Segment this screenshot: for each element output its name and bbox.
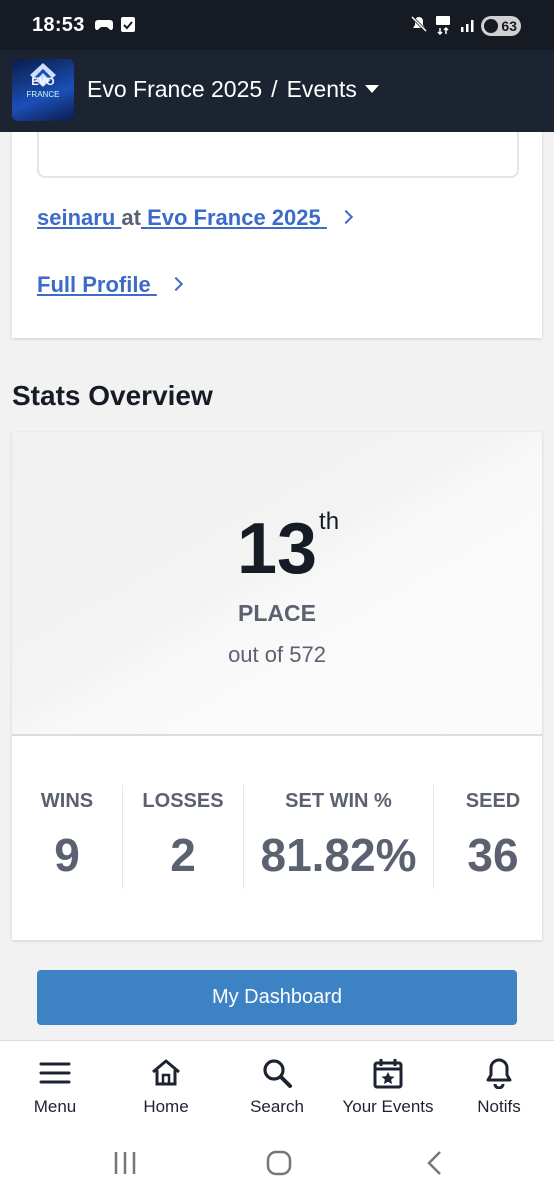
status-bar: 18:53 63 <box>0 0 554 50</box>
nav-home[interactable]: Home <box>111 1041 221 1131</box>
stat-losses: LOSSES 2 <box>123 734 243 940</box>
search-icon <box>263 1059 292 1088</box>
caret-down-icon[interactable] <box>364 85 379 93</box>
nav-label: Menu <box>33 1097 77 1116</box>
signal-icon <box>461 20 474 32</box>
stat-value: 81.82% <box>260 829 417 881</box>
event-logo[interactable]: EVO FRANCE <box>12 59 74 121</box>
nav-search[interactable]: Search <box>222 1041 332 1131</box>
breadcrumb-event[interactable]: Evo France 2025 <box>87 76 262 102</box>
home-button-icon[interactable] <box>266 1150 292 1176</box>
breadcrumb-separator: / <box>271 76 278 102</box>
stat-value: 36 <box>467 829 519 881</box>
bottom-nav: Menu Home Search Your Events Notifs <box>0 1040 554 1131</box>
stat-label: WINS <box>40 790 94 812</box>
network-5g-icon <box>436 16 450 35</box>
stat-label: LOSSES <box>142 790 224 812</box>
stat-seed: SEED 36 <box>434 734 552 940</box>
stats-overview-heading: Stats Overview <box>12 380 213 411</box>
stat-value: 9 <box>54 829 80 881</box>
recent-apps-icon[interactable] <box>112 1150 138 1176</box>
nav-label: Your Events <box>342 1097 434 1116</box>
full-profile-link[interactable]: Full Profile <box>37 272 183 298</box>
placement-suffix: th <box>319 508 340 535</box>
menu-icon <box>39 1062 71 1084</box>
full-profile-label[interactable]: Full Profile <box>37 272 151 297</box>
stat-set-win-percent: SET WIN % 81.82% <box>244 734 433 940</box>
nav-menu[interactable]: Menu <box>0 1041 110 1131</box>
nav-your-events[interactable]: Your Events <box>333 1041 443 1131</box>
chevron-right-icon <box>338 209 353 225</box>
calendar-star-icon <box>373 1059 403 1089</box>
app-bar: EVO FRANCE Evo France 2025 / Events <box>0 50 554 132</box>
stat-label: SEED <box>465 790 521 812</box>
breadcrumb: Evo France 2025 / Events <box>87 76 379 103</box>
my-dashboard-button[interactable]: My Dashboard <box>37 970 517 1025</box>
stat-value: 2 <box>170 829 196 881</box>
nav-label: Search <box>250 1097 304 1116</box>
home-icon <box>152 1059 180 1086</box>
profile-info-box <box>37 132 519 178</box>
nav-label: Notifs <box>477 1097 521 1116</box>
logo-subtext: FRANCE <box>26 90 60 99</box>
system-nav-bar <box>0 1130 554 1200</box>
placement-panel: 13th PLACE out of 572 <box>12 432 542 736</box>
at-text: at <box>121 205 141 230</box>
placement-label: PLACE <box>238 600 316 626</box>
placement: 13th <box>12 508 542 590</box>
player-name[interactable]: seinaru <box>37 205 115 230</box>
game-controller-icon <box>95 20 113 30</box>
player-event-link[interactable]: seinaru at Evo France 2025 <box>37 205 353 231</box>
back-icon[interactable] <box>422 1150 448 1176</box>
bell-icon <box>486 1058 512 1089</box>
stat-label: SET WIN % <box>285 790 392 812</box>
placement-number: 13 <box>236 509 318 589</box>
player-profile-card: seinaru at Evo France 2025 Full Profile <box>12 132 542 338</box>
battery-indicator: 63 <box>481 16 521 36</box>
logo-text: EVO <box>31 76 55 88</box>
check-box-icon <box>121 17 135 32</box>
chevron-right-icon <box>168 276 183 292</box>
status-time: 18:53 <box>32 14 85 36</box>
stat-wins: WINS 9 <box>12 734 122 940</box>
breadcrumb-section-dropdown[interactable]: Events <box>287 76 357 102</box>
nav-label: Home <box>143 1097 189 1116</box>
entrant-count: out of 572 <box>228 642 326 667</box>
stats-card: 13th PLACE out of 572 WINS 9 LOSSES 2 SE… <box>12 432 542 940</box>
nav-notifs[interactable]: Notifs <box>444 1041 554 1131</box>
mute-icon <box>410 15 428 33</box>
leaf-icon <box>484 19 498 33</box>
event-name-link[interactable]: Evo France 2025 <box>147 205 321 230</box>
